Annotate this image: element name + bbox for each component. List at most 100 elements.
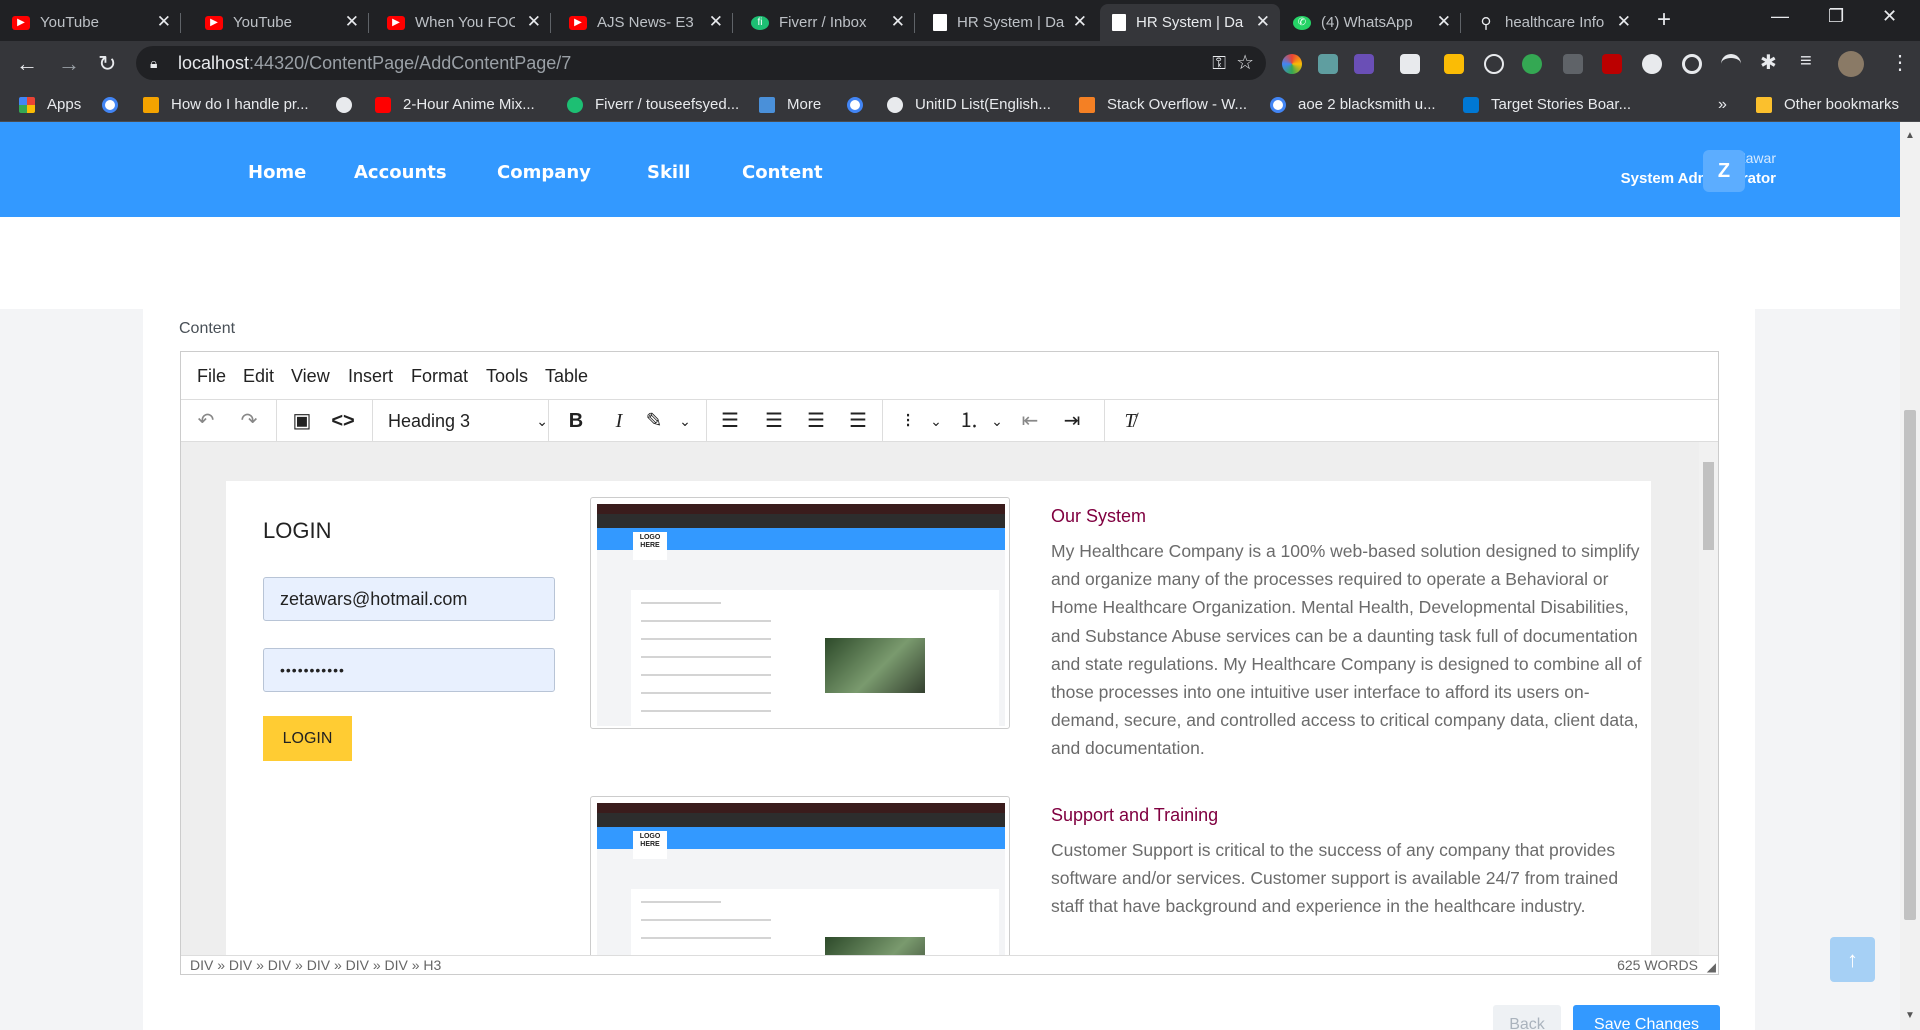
extension-icon[interactable] [1354, 54, 1374, 74]
extension-icon[interactable] [1318, 54, 1338, 74]
reload-icon[interactable]: ↻ [98, 51, 116, 77]
close-tab-icon[interactable]: ✕ [709, 12, 723, 32]
editor-content-area[interactable]: LOGIN zetawars@hotmail.com ••••••••••• L… [181, 442, 1718, 955]
undo-icon[interactable]: ↶ [193, 408, 219, 434]
code-icon[interactable]: <> [330, 408, 356, 434]
menu-file[interactable]: File [197, 366, 226, 387]
image-icon[interactable]: ▣ [289, 408, 315, 434]
react-devtools-icon[interactable] [1484, 54, 1504, 74]
browser-tab[interactable]: ▶ When You FOO ✕ [375, 4, 551, 41]
minimize-button[interactable]: — [1771, 6, 1789, 27]
back-button[interactable]: Back [1493, 1005, 1561, 1030]
align-left-icon[interactable]: ☰ [717, 408, 743, 434]
menu-dots-icon[interactable]: ⋮ [1890, 50, 1910, 75]
browser-tab[interactable]: ✆ (4) WhatsApp ✕ [1281, 4, 1461, 41]
bookmark-item[interactable]: aoe 2 blacksmith u... [1270, 87, 1436, 122]
menu-view[interactable]: View [291, 366, 330, 387]
close-tab-icon[interactable]: ✕ [345, 12, 359, 32]
scroll-down-icon[interactable]: ▼ [1905, 1010, 1915, 1021]
netflix-extension-icon[interactable] [1602, 54, 1622, 74]
browser-tab[interactable]: ▶ YouTube ✕ [193, 4, 369, 41]
nav-content[interactable]: Content [742, 162, 823, 183]
menu-table[interactable]: Table [545, 366, 588, 387]
browser-tab[interactable]: ⚲ healthcare Info ✕ [1465, 4, 1641, 41]
back-arrow-icon[interactable]: ← [16, 51, 38, 77]
outdent-icon[interactable]: ⇤ [1017, 408, 1043, 434]
bullet-list-icon[interactable]: ⁝ [895, 408, 921, 434]
italic-icon[interactable]: I [606, 408, 632, 434]
close-tab-icon[interactable]: ✕ [1617, 12, 1631, 32]
block-format-select[interactable]: Heading 3 ⌄ [388, 408, 548, 434]
profile-avatar[interactable] [1838, 51, 1864, 77]
resize-handle-icon[interactable]: ◢ [1707, 958, 1716, 976]
ublock-icon[interactable] [1563, 54, 1583, 74]
email-field[interactable]: zetawars@hotmail.com [263, 577, 555, 621]
align-right-icon[interactable]: ☰ [803, 408, 829, 434]
menu-tools[interactable]: Tools [486, 366, 528, 387]
clear-formatting-icon[interactable]: T̸ [1117, 408, 1143, 434]
nav-home[interactable]: Home [248, 162, 306, 183]
align-justify-icon[interactable]: ☰ [845, 408, 871, 434]
bookmark-item[interactable]: Fiverr / touseefsyed... [567, 87, 739, 122]
extension-icon[interactable] [1642, 54, 1662, 74]
more-bookmarks-chevron[interactable]: » [1718, 87, 1727, 122]
close-tab-icon[interactable]: ✕ [1437, 12, 1451, 32]
bookmark-item[interactable]: Target Stories Boar... [1463, 87, 1631, 122]
extension-icon[interactable] [1444, 54, 1464, 74]
bookmark-item[interactable] [336, 87, 364, 122]
browser-tab[interactable]: fi Fiverr / Inbox ✕ [739, 4, 915, 41]
extension-icon[interactable] [1721, 54, 1741, 74]
nav-skill[interactable]: Skill [647, 162, 690, 183]
bookmark-item[interactable]: How do I handle pr... [143, 87, 309, 122]
bookmark-other[interactable]: Other bookmarks [1756, 87, 1899, 122]
chevron-down-icon[interactable]: ⌄ [672, 408, 698, 434]
forward-arrow-icon[interactable]: → [58, 51, 80, 77]
bookmark-apps[interactable]: Apps [19, 87, 81, 122]
key-icon[interactable]: ⚿ [1212, 46, 1226, 80]
nav-company[interactable]: Company [497, 162, 591, 183]
close-tab-icon[interactable]: ✕ [891, 12, 905, 32]
puzzle-icon[interactable]: ✱ [1760, 50, 1777, 75]
bookmark-star-icon[interactable]: ☆ [1236, 46, 1254, 80]
avatar[interactable]: Z [1703, 150, 1745, 192]
redo-icon[interactable]: ↷ [236, 408, 262, 434]
media-control-icon[interactable]: ≡ [1800, 50, 1812, 73]
browser-tab[interactable]: ▶ YouTube ✕ [0, 4, 181, 41]
scroll-to-top-button[interactable]: ↑ [1830, 937, 1875, 982]
page-scrollbar[interactable]: ▲ ▼ [1900, 122, 1920, 1030]
editor-scrollbar[interactable] [1699, 442, 1718, 955]
align-center-icon[interactable]: ☰ [761, 408, 787, 434]
browser-tab-active[interactable]: HR System | Da ✕ [1100, 4, 1280, 41]
extension-icon[interactable] [1682, 54, 1702, 74]
word-count[interactable]: 625 WORDS [1617, 956, 1698, 974]
login-button[interactable]: LOGIN [263, 716, 352, 761]
menu-edit[interactable]: Edit [243, 366, 274, 387]
bookmark-item[interactable] [102, 87, 130, 122]
color-picker-extension-icon[interactable] [1282, 54, 1302, 74]
chevron-down-icon[interactable]: ⌄ [984, 408, 1010, 434]
page-scrollbar-thumb[interactable] [1904, 410, 1916, 920]
bookmark-item[interactable]: UnitID List(English... [887, 87, 1051, 122]
new-tab-button[interactable]: + [1657, 6, 1671, 34]
close-tab-icon[interactable]: ✕ [1256, 12, 1270, 32]
save-button[interactable]: Save Changes [1573, 1005, 1720, 1030]
bookmark-item[interactable]: More [759, 87, 821, 122]
nav-accounts[interactable]: Accounts [354, 162, 447, 183]
close-tab-icon[interactable]: ✕ [1073, 12, 1087, 32]
scroll-up-icon[interactable]: ▲ [1905, 130, 1915, 141]
close-window-button[interactable]: ✕ [1882, 6, 1897, 27]
bold-icon[interactable]: B [563, 408, 589, 434]
bookmark-item[interactable]: Stack Overflow - W... [1079, 87, 1247, 122]
browser-tab[interactable]: ▶AJS News- E3 C✕ [557, 4, 733, 41]
close-tab-icon[interactable]: ✕ [527, 12, 541, 32]
element-path[interactable]: DIV » DIV » DIV » DIV » DIV » DIV » H3 [190, 956, 441, 974]
menu-insert[interactable]: Insert [348, 366, 393, 387]
extension-icon[interactable] [1522, 54, 1542, 74]
menu-format[interactable]: Format [411, 366, 468, 387]
password-field[interactable]: ••••••••••• [263, 648, 555, 692]
url-field[interactable]: 🔒︎ localhost:44320/ContentPage/AddConten… [136, 46, 1266, 80]
indent-icon[interactable]: ⇥ [1059, 408, 1085, 434]
editor-scrollbar-thumb[interactable] [1703, 462, 1714, 550]
close-tab-icon[interactable]: ✕ [157, 12, 171, 32]
chevron-down-icon[interactable]: ⌄ [923, 408, 949, 434]
